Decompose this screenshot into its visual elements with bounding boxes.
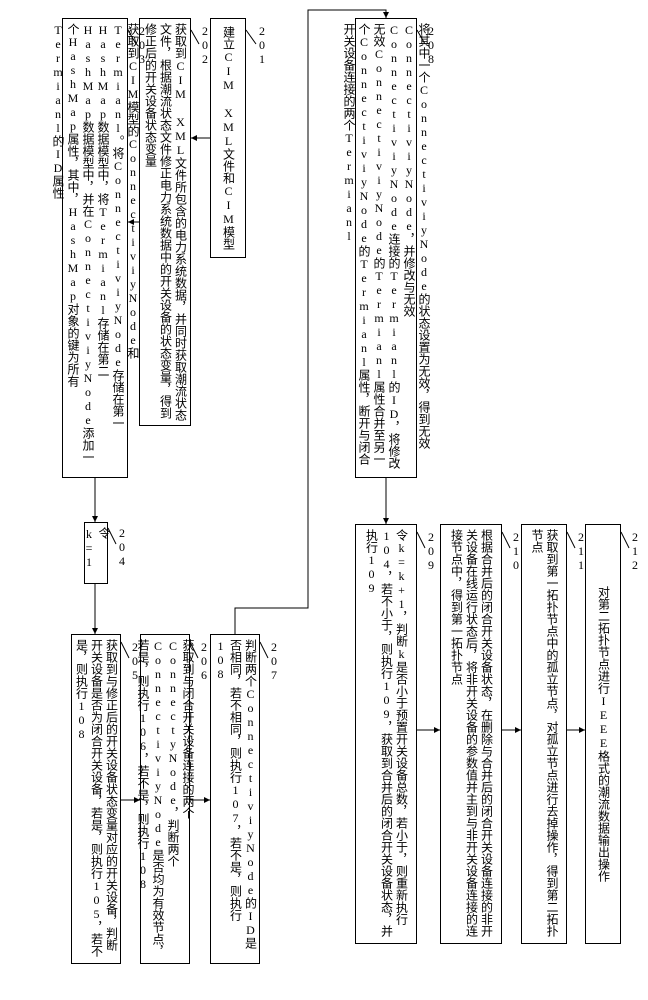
step-206-num: 206 bbox=[196, 640, 211, 682]
step-204: 令k=1 bbox=[84, 522, 108, 584]
step-209-text: 令k=k+1，判断k是否小于预置开关设备总数，若小于，则重新执行104，若不小于… bbox=[364, 529, 409, 939]
step-208-num: 208 bbox=[423, 24, 438, 66]
step-202-num: 202 bbox=[197, 24, 212, 66]
step-207-text: 判断两个ConnectiviyNode的ID是否相同，若不相同，则执行107，若… bbox=[213, 639, 258, 959]
step-203-text: 获取到CIM模型的ConnectiviyNode和Termianl。将Conne… bbox=[50, 23, 140, 473]
step-201-text: 建立CIM XML文件和CIM模型 bbox=[221, 26, 236, 250]
step-212: 对第二拓扑节点进行IEEE格式的潮流数据输出操作 bbox=[585, 524, 621, 944]
step-204-text: 令k=1 bbox=[81, 527, 111, 579]
step-205-text: 获取到与修正后的开关设备状态变量对应的开关设备，判断开关设备是否为闭合开关设备，… bbox=[74, 639, 119, 959]
step-207-num: 207 bbox=[266, 640, 281, 682]
step-206-text: 获取到与闭合开关设备连接的两个ConnectyNode，判断两个Connecti… bbox=[135, 639, 195, 959]
step-207: 判断两个ConnectiviyNode的ID是否相同，若不相同，则执行107，若… bbox=[210, 634, 260, 964]
step-212-text: 对第二拓扑节点进行IEEE格式的潮流数据输出操作 bbox=[596, 586, 611, 882]
step-208: 将其中一个ConnectiviyNode的状态设置为无效，得到无效Connect… bbox=[355, 18, 417, 478]
step-202-text: 获取到CIM XML文件所包含的电力系统数据，并同时获取潮流状态文件，根据潮流状… bbox=[143, 23, 188, 421]
step-201-num: 201 bbox=[254, 24, 269, 66]
step-211: 获取到第一拓扑节点中的孤立节点，对孤立节点进行去掉操作，得到第二拓扑节点 bbox=[521, 524, 567, 944]
step-205: 获取到与修正后的开关设备状态变量对应的开关设备，判断开关设备是否为闭合开关设备，… bbox=[71, 634, 121, 964]
step-209: 令k=k+1，判断k是否小于预置开关设备总数，若小于，则重新执行104，若不小于… bbox=[355, 524, 417, 944]
step-210: 根据合并后的闭合开关设备状态，在删除与合并后的闭合开关设备连接的非开关设备在线运… bbox=[440, 524, 502, 944]
step-210-text: 根据合并后的闭合开关设备状态，在删除与合并后的闭合开关设备连接的非开关设备在线运… bbox=[449, 529, 494, 939]
step-202: 获取到CIM XML文件所包含的电力系统数据，并同时获取潮流状态文件，根据潮流状… bbox=[139, 18, 191, 426]
step-212-num: 212 bbox=[627, 530, 642, 572]
step-211-text: 获取到第一拓扑节点中的孤立节点，对孤立节点进行去掉操作，得到第二拓扑节点 bbox=[529, 529, 559, 939]
step-203: 获取到CIM模型的ConnectiviyNode和Termianl。将Conne… bbox=[62, 18, 128, 478]
step-206: 获取到与闭合开关设备连接的两个ConnectyNode，判断两个Connecti… bbox=[140, 634, 190, 964]
step-203-num: 203 bbox=[134, 24, 149, 66]
step-209-num: 209 bbox=[423, 530, 438, 572]
step-201: 建立CIM XML文件和CIM模型 bbox=[210, 18, 246, 258]
step-204-num: 204 bbox=[114, 526, 129, 568]
step-208-text: 将其中一个ConnectiviyNode的状态设置为无效，得到无效Connect… bbox=[341, 23, 431, 473]
